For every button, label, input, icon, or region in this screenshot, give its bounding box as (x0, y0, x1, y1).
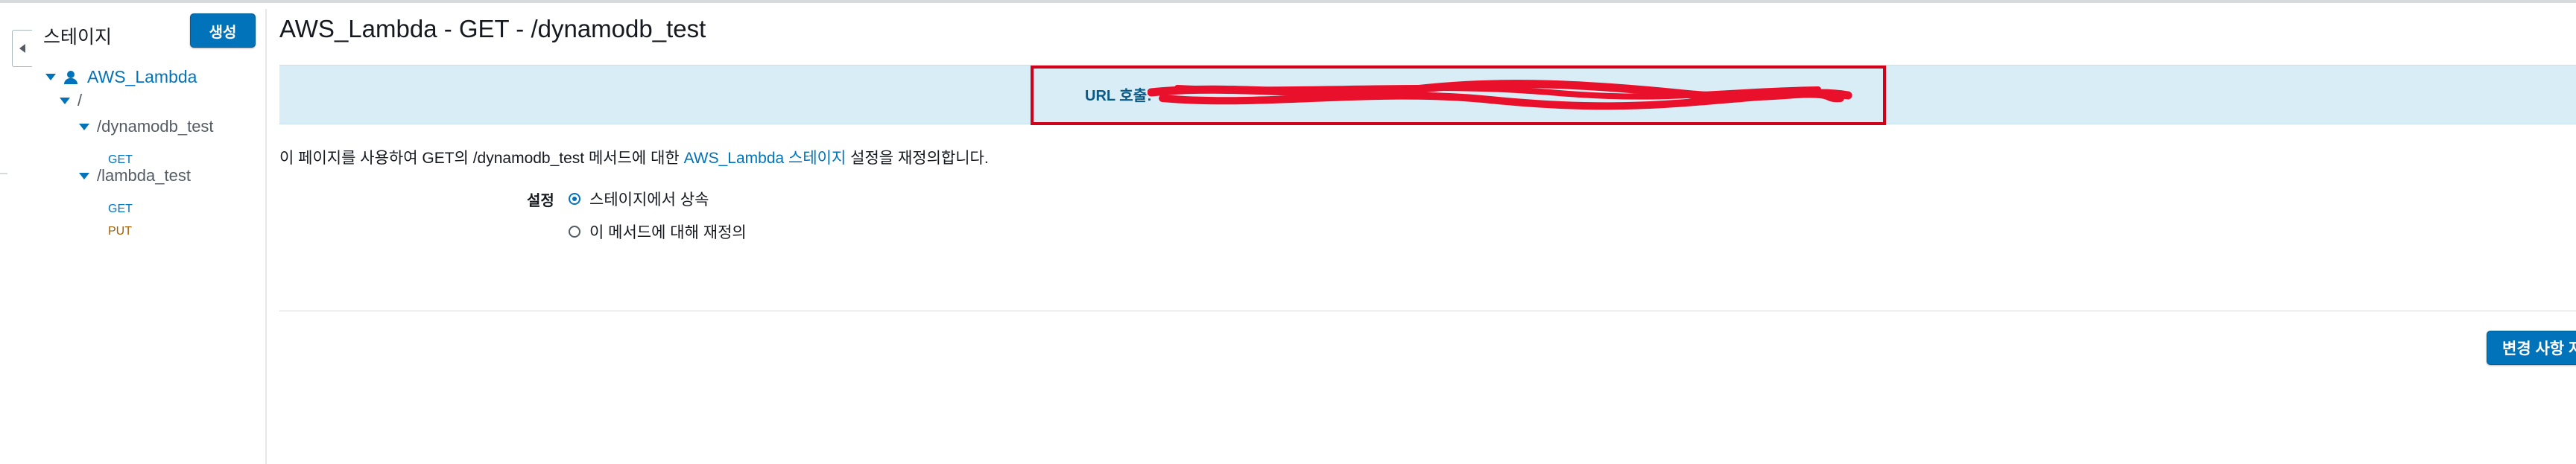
radio-override[interactable] (569, 226, 580, 238)
option-label[interactable]: 이 메서드에 대해 재정의 (589, 220, 747, 243)
stage-link[interactable]: AWS_Lambda 스테이지 (684, 150, 846, 167)
method-label[interactable]: GET (108, 203, 133, 216)
tree-resource-lambda-test[interactable]: /lambda_test (79, 166, 191, 185)
option-inherit-from-stage[interactable]: 스테이지에서 상속 (569, 188, 709, 210)
expand-triangle-icon[interactable] (79, 172, 89, 179)
expand-triangle-icon[interactable] (45, 74, 56, 80)
tree-method-get-lambda[interactable]: GET (108, 203, 133, 216)
stage-name[interactable]: AWS_Lambda (87, 67, 197, 87)
option-override-method[interactable]: 이 메서드에 대해 재정의 (569, 220, 747, 243)
sidebar-title: 스테이지 (43, 27, 113, 48)
page-description: 이 페이지를 사용하여 GET의 /dynamodb_test 메서드에 대한 … (279, 146, 989, 168)
top-border (0, 0, 2576, 3)
side-divider (0, 173, 7, 174)
tree-resource-root[interactable]: / (60, 91, 82, 110)
create-stage-button[interactable]: 생성 (190, 13, 256, 48)
description-suffix: 설정을 재정의합니다. (846, 150, 989, 167)
save-changes-button[interactable]: 변경 사항 저장 (2487, 331, 2576, 365)
collapse-arrow-icon (19, 44, 25, 53)
resource-path-label[interactable]: /dynamodb_test (97, 117, 214, 136)
expand-triangle-icon[interactable] (79, 123, 89, 130)
resource-root-label[interactable]: / (77, 91, 82, 110)
tree-method-get-dynamodb[interactable]: GET (108, 153, 133, 167)
expand-triangle-icon[interactable] (60, 97, 70, 104)
tree-resource-dynamodb-test[interactable]: /dynamodb_test (79, 117, 214, 136)
settings-label: 설정 (527, 193, 554, 209)
tree-stage-aws-lambda[interactable]: AWS_Lambda (45, 67, 197, 87)
collapse-sidebar-button[interactable] (12, 30, 32, 67)
description-prefix: 이 페이지를 사용하여 GET의 /dynamodb_test 메서드에 대한 (279, 150, 684, 167)
method-label[interactable]: GET (108, 153, 133, 167)
page-title: AWS_Lambda - GET - /dynamodb_test (279, 15, 706, 42)
stage-icon (63, 70, 78, 85)
resource-path-label[interactable]: /lambda_test (97, 166, 191, 185)
method-label[interactable]: PUT (108, 225, 132, 238)
url-highlight-box (1031, 66, 1886, 125)
radio-inherit[interactable] (569, 193, 580, 205)
tree-method-put-lambda[interactable]: PUT (108, 225, 132, 238)
option-label[interactable]: 스테이지에서 상속 (589, 188, 709, 210)
stages-sidebar: 스테이지 생성 AWS_Lambda / /dynamodb_test GET … (33, 9, 267, 464)
